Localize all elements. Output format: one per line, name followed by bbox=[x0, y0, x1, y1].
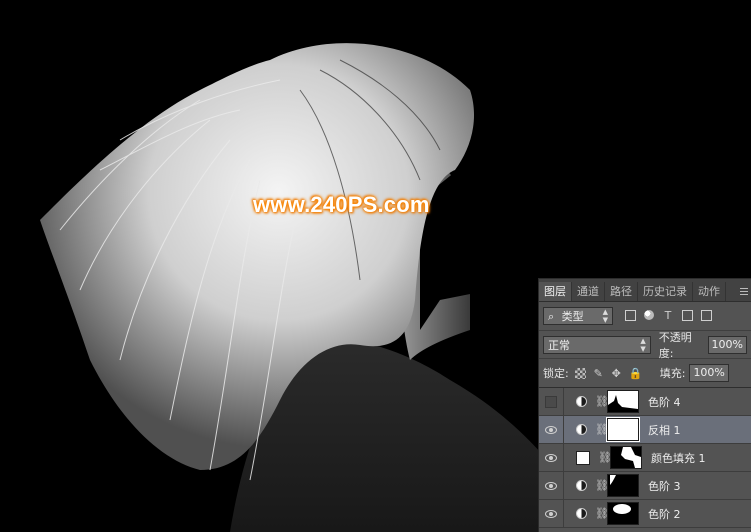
lock-paint-brush-icon[interactable]: ✎ bbox=[593, 368, 604, 379]
tab-paths[interactable]: 路径 bbox=[605, 282, 638, 301]
mask-shape-icon bbox=[608, 395, 638, 412]
tab-layers[interactable]: 图层 bbox=[539, 282, 572, 301]
lock-all-icon[interactable]: 🔒 bbox=[629, 368, 643, 379]
mask-shape-icon bbox=[610, 475, 616, 485]
mask-silhouette-icon bbox=[611, 447, 641, 468]
layer-name: 反相 1 bbox=[648, 423, 681, 437]
layer-mask-thumbnail[interactable] bbox=[607, 502, 639, 525]
lock-transparency-icon[interactable] bbox=[574, 367, 586, 379]
visibility-toggle[interactable] bbox=[539, 416, 564, 443]
blend-mode-value: 正常 bbox=[548, 338, 570, 352]
eye-icon bbox=[545, 453, 557, 462]
select-arrows-icon: ▲ ▼ bbox=[640, 336, 646, 353]
visibility-toggle[interactable] bbox=[539, 500, 564, 527]
mask-shape-icon bbox=[613, 504, 631, 514]
panel-tabs: 图层 通道 路径 历史记录 动作 bbox=[539, 279, 751, 302]
panel-menu-icon[interactable] bbox=[737, 282, 751, 301]
link-chain-icon[interactable]: ⛓ bbox=[595, 507, 609, 520]
layer-mask-thumbnail[interactable] bbox=[610, 446, 642, 469]
invert-adjustment-icon bbox=[576, 424, 587, 435]
link-chain-icon[interactable]: ⛓ bbox=[595, 395, 609, 408]
smart-object-filter-icon[interactable] bbox=[701, 310, 712, 321]
visibility-toggle[interactable] bbox=[539, 388, 564, 415]
link-chain-icon[interactable]: ⛓ bbox=[595, 423, 609, 436]
adjustment-filter-icon[interactable] bbox=[644, 310, 654, 320]
tab-channels[interactable]: 通道 bbox=[572, 282, 605, 301]
layer-row[interactable]: ⛓ 颜色填充 1 bbox=[539, 444, 751, 472]
color-fill-swatch[interactable] bbox=[576, 450, 590, 465]
fill-label: 填充: bbox=[659, 367, 686, 380]
filter-row: ⌕ 类型 ▲ ▼ T bbox=[539, 302, 751, 331]
hidden-eye-icon bbox=[545, 395, 557, 408]
layers-list: ⛓ 色阶 4 ⛓ 反相 1 ⛓ 颜色填充 1 ⛓ 色阶 3 ⛓ 色阶 2 bbox=[539, 388, 751, 528]
link-chain-icon[interactable]: ⛓ bbox=[598, 451, 612, 464]
search-icon: ⌕ bbox=[548, 310, 555, 323]
tab-actions[interactable]: 动作 bbox=[693, 282, 726, 301]
filter-type-select[interactable]: ⌕ 类型 ▲ ▼ bbox=[543, 307, 613, 325]
select-arrows-icon: ▲ ▼ bbox=[602, 308, 608, 324]
levels-adjustment-icon bbox=[576, 480, 587, 491]
layer-mask-thumbnail[interactable] bbox=[607, 390, 639, 413]
layer-name: 色阶 3 bbox=[648, 479, 681, 493]
levels-adjustment-icon bbox=[576, 508, 587, 519]
visibility-toggle[interactable] bbox=[539, 472, 564, 499]
fill-input[interactable]: 100% bbox=[689, 364, 729, 382]
type-filter-icon[interactable]: T bbox=[662, 310, 674, 322]
link-chain-icon[interactable]: ⛓ bbox=[595, 479, 609, 492]
layer-mask-thumbnail[interactable] bbox=[607, 474, 639, 497]
eye-icon bbox=[545, 481, 557, 490]
lock-label: 锁定: bbox=[543, 367, 569, 380]
layer-name: 色阶 2 bbox=[648, 507, 681, 521]
filter-icons: T bbox=[625, 310, 712, 322]
shape-filter-icon[interactable] bbox=[682, 310, 693, 321]
opacity-label: 不透明度: bbox=[658, 330, 692, 360]
layer-name: 色阶 4 bbox=[648, 395, 681, 409]
layer-row[interactable]: ⛓ 色阶 3 bbox=[539, 472, 751, 500]
watermark-text: www.240PS.com bbox=[253, 192, 430, 217]
layer-row[interactable]: ⛓ 色阶 4 bbox=[539, 388, 751, 416]
layer-mask-thumbnail[interactable] bbox=[606, 417, 640, 442]
blend-mode-select[interactable]: 正常 ▲ ▼ bbox=[543, 335, 651, 354]
levels-adjustment-icon bbox=[576, 396, 587, 407]
layers-panel: 图层 通道 路径 历史记录 动作 ⌕ 类型 ▲ ▼ T 正常 ▲ ▼ 不透明度: 1… bbox=[538, 278, 751, 532]
filter-type-label: 类型 bbox=[561, 310, 584, 323]
eye-icon bbox=[545, 425, 557, 434]
lock-position-move-icon[interactable]: ✥ bbox=[611, 368, 622, 379]
lock-row: 锁定: ✎ ✥ 🔒 填充: 100% bbox=[539, 359, 751, 388]
layer-row[interactable]: ⛓ 反相 1 bbox=[539, 416, 751, 444]
tab-history[interactable]: 历史记录 bbox=[638, 282, 693, 301]
blend-row: 正常 ▲ ▼ 不透明度: 100% bbox=[539, 330, 751, 360]
visibility-toggle[interactable] bbox=[539, 444, 564, 471]
image-filter-icon[interactable] bbox=[625, 310, 636, 321]
layer-name: 颜色填充 1 bbox=[651, 451, 706, 465]
eye-icon bbox=[545, 509, 557, 518]
opacity-input[interactable]: 100% bbox=[707, 335, 747, 354]
lock-icons: ✎ ✥ 🔒 bbox=[574, 367, 643, 379]
layer-row[interactable]: ⛓ 色阶 2 bbox=[539, 500, 751, 528]
